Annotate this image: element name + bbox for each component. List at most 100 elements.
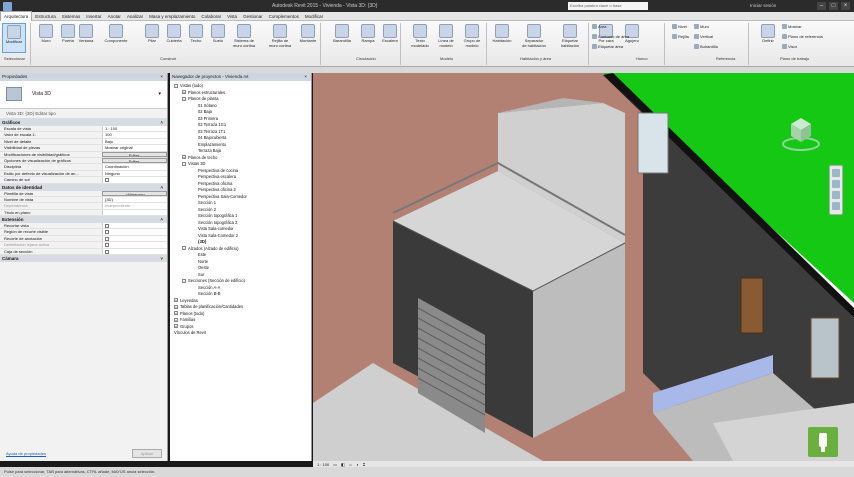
viewcube-icon[interactable] [779, 110, 823, 154]
ribbon-small-visor[interactable]: Visor [782, 44, 797, 49]
close-icon[interactable]: × [304, 73, 307, 81]
property-value[interactable] [102, 242, 167, 248]
ribbon-button-8[interactable]: Suelo [206, 23, 230, 53]
pan-icon[interactable] [832, 180, 840, 188]
ribbon-small-plano_ref[interactable]: Plano de referencia [782, 34, 823, 39]
orbit-icon[interactable] [832, 202, 840, 210]
ribbon-small-buhardilla[interactable]: Buhardilla [694, 44, 718, 49]
visual-style-icon[interactable]: ◧ [341, 462, 345, 467]
collapse-icon[interactable]: - [182, 278, 186, 283]
minimize-icon[interactable]: – [817, 2, 826, 10]
section-graphics[interactable]: Gráficos ˄ [0, 119, 167, 126]
property-value[interactable]: 1 : 100 [102, 126, 167, 132]
viewcube[interactable] [779, 110, 823, 154]
property-value[interactable]: Coordinación [102, 164, 167, 170]
tab-1[interactable]: Estructura [32, 12, 59, 21]
ribbon-small-area[interactable]: Área [592, 24, 606, 29]
ribbon-small-vertical[interactable]: Vertical [694, 34, 713, 39]
type-selector[interactable]: Vista 3D ▾ [0, 81, 167, 109]
ribbon-small-datum-24[interactable]: Rejilla [672, 34, 689, 39]
ribbon-button-1[interactable]: Muro [34, 23, 58, 53]
tab-9[interactable]: Gestionar [240, 12, 266, 21]
expand-icon[interactable]: + [174, 317, 178, 322]
ribbon-small-mostrar[interactable]: Mostrar [782, 24, 802, 29]
collapse-icon[interactable]: - [174, 83, 178, 88]
tab-10[interactable]: Complementos [266, 12, 302, 21]
chevron-down-icon[interactable]: ▾ [158, 91, 161, 97]
section-identity[interactable]: Datos de identidad ˄ [0, 183, 167, 191]
ribbon-button-3[interactable]: Ventana [74, 23, 98, 53]
ribbon-button-20[interactable]: Etiquetar habitación [558, 23, 582, 53]
ribbon-button-11[interactable]: Montante [296, 23, 320, 53]
checkbox[interactable] [105, 178, 109, 183]
3d-viewport[interactable] [313, 73, 854, 461]
ribbon-small-datum-23[interactable]: Nivel [672, 24, 687, 29]
apply-button[interactable]: Aplicar [131, 448, 162, 458]
property-value[interactable] [102, 248, 167, 255]
zoom-icon[interactable] [832, 191, 840, 199]
property-value[interactable]: Editar... [102, 157, 167, 164]
sun-path-icon[interactable]: ☼ [349, 462, 353, 467]
sign-in-link[interactable]: Iniciar sesión [750, 2, 776, 10]
property-value[interactable] [102, 223, 167, 229]
ribbon-button-12[interactable]: Barandilla [330, 23, 354, 53]
property-value[interactable]: Mostrar original [102, 145, 167, 151]
edit-type-row[interactable]: Vista 3D: {3D} Editar tipo [0, 109, 167, 119]
property-value[interactable] [102, 177, 167, 183]
expand-icon[interactable]: + [174, 298, 178, 303]
close-icon[interactable]: × [841, 2, 850, 10]
property-value[interactable] [102, 229, 167, 235]
view-scale[interactable]: 1 : 100 [317, 462, 329, 467]
section-camera[interactable]: Cámara ˅ [0, 255, 167, 263]
tab-3[interactable]: Insertar [83, 12, 104, 21]
property-value[interactable]: {3D} [102, 196, 167, 203]
ribbon-button-4[interactable]: Componente [104, 23, 128, 53]
ribbon-small-muro[interactable]: Muro [694, 24, 709, 29]
ribbon-button-13[interactable]: Rampa [356, 23, 380, 53]
tab-5[interactable]: Analizar [124, 12, 146, 21]
ribbon-button-25[interactable]: Definir [756, 23, 780, 53]
shadows-icon[interactable]: ◐ [356, 462, 358, 467]
tab-4[interactable]: Anotar [105, 12, 124, 21]
expand-icon[interactable]: + [174, 304, 178, 309]
checkbox[interactable] [105, 236, 109, 241]
expand-icon[interactable]: + [174, 324, 178, 329]
app-icon[interactable] [3, 1, 12, 11]
expand-icon[interactable]: + [174, 311, 178, 316]
tab-2[interactable]: Sistemas [59, 12, 84, 21]
property-value[interactable]: <Ninguno> [102, 190, 167, 196]
ribbon-button-6[interactable]: Cubierta [162, 23, 186, 53]
model-render[interactable] [313, 73, 854, 461]
collapse-icon[interactable]: - [182, 96, 186, 101]
ribbon-small-contorno[interactable]: Contorno de área [592, 34, 629, 39]
property-value[interactable]: 100 [102, 132, 167, 138]
property-value[interactable]: Ninguno [102, 170, 167, 177]
detail-level-icon[interactable]: ▭ [333, 462, 337, 467]
ribbon-button-18[interactable]: Habitación [490, 23, 514, 53]
navigation-bar[interactable] [829, 165, 843, 215]
ribbon-button-10[interactable]: Rejilla de muro cortina [268, 23, 292, 53]
tab-8[interactable]: Vista [224, 12, 240, 21]
expand-icon[interactable]: + [182, 155, 186, 160]
ribbon-button-5[interactable]: Pilar [140, 23, 164, 53]
ribbon-button-17[interactable]: Grupo de modelo [460, 23, 484, 53]
collapse-icon[interactable]: - [182, 161, 186, 166]
property-value[interactable] [102, 209, 167, 216]
checkbox[interactable] [105, 230, 109, 235]
steering-wheel-icon[interactable] [832, 169, 840, 177]
tab-6[interactable]: Masa y emplazamiento [146, 12, 198, 21]
tab-0[interactable]: Arquitectura [0, 11, 33, 21]
property-value[interactable]: Bajo [102, 138, 167, 145]
collapse-icon[interactable]: - [182, 246, 186, 251]
section-extents[interactable]: Extensión ˄ [0, 216, 167, 224]
ribbon-button-16[interactable]: Línea de modelo [434, 23, 458, 53]
ribbon-button-9[interactable]: Sistema de muro cortina [232, 23, 256, 53]
maximize-icon[interactable]: □ [829, 2, 838, 10]
ribbon-button-14[interactable]: Escalera [378, 23, 402, 53]
property-value[interactable] [102, 235, 167, 242]
recording-icon[interactable] [808, 427, 838, 457]
checkbox[interactable] [105, 249, 109, 254]
property-value[interactable]: Independiente [102, 203, 167, 209]
tab-7[interactable]: Colaborar [198, 12, 224, 21]
help-link[interactable]: Ayuda de propiedades [6, 451, 46, 456]
